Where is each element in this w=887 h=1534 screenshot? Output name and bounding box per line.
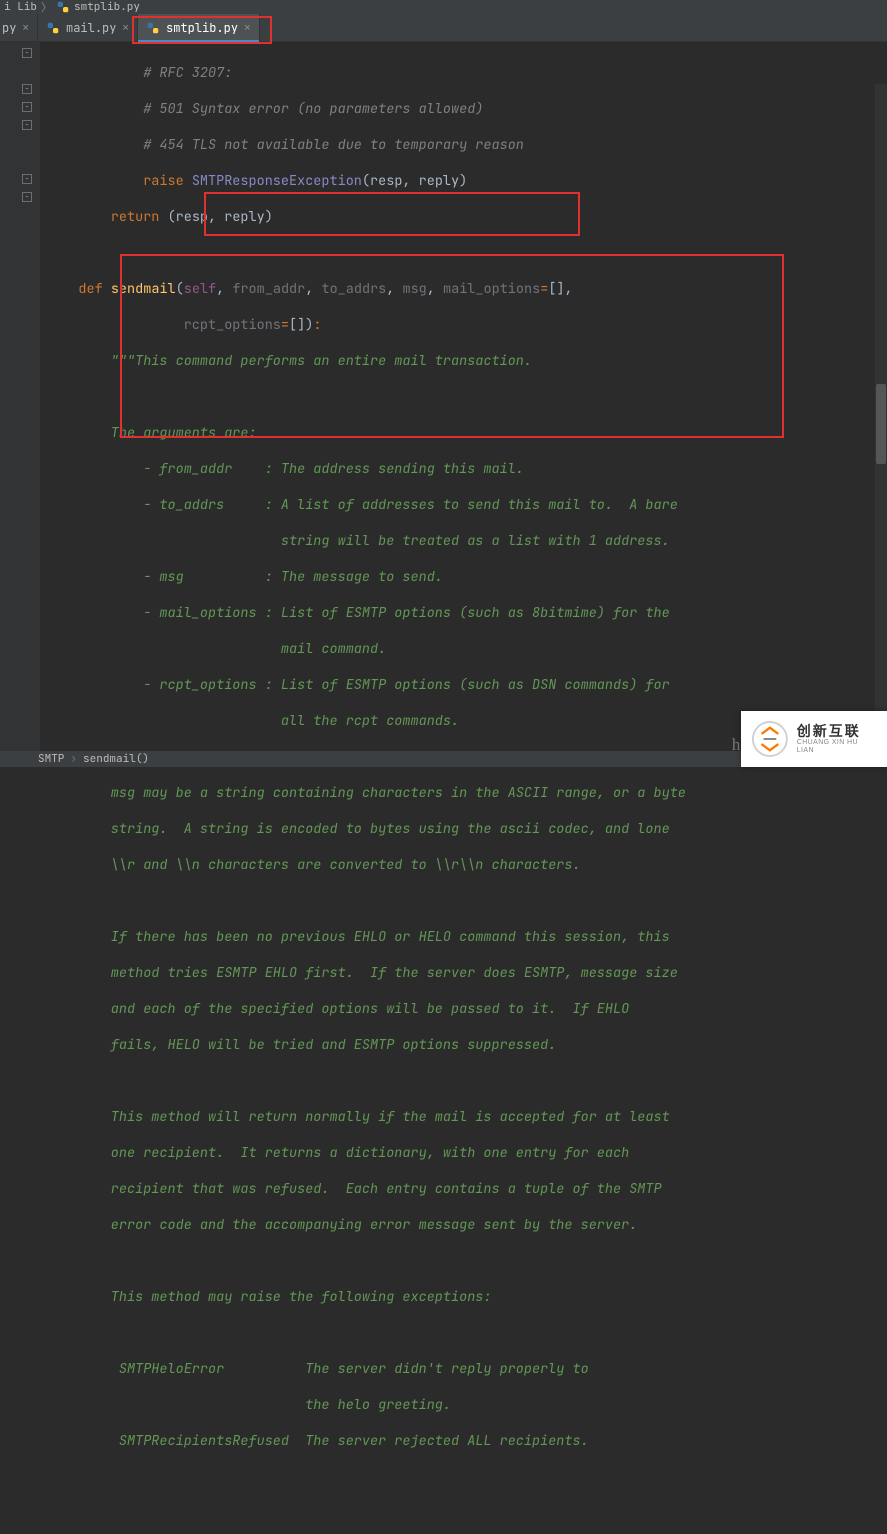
breadcrumb: i Lib 〉 smtplib.py (0, 0, 887, 14)
code-line: all the rcpt commands. (46, 712, 459, 730)
logo-icon (751, 720, 789, 758)
fold-toggle[interactable] (22, 48, 32, 58)
code-area[interactable]: # RFC 3207: # 501 Syntax error (no param… (40, 42, 887, 751)
tab-mail[interactable]: mail.py ✕ (38, 14, 138, 41)
scrollbar-track[interactable] (875, 84, 887, 735)
fold-toggle[interactable] (22, 102, 32, 112)
code-line: This method may raise the following exce… (46, 1288, 492, 1306)
code-line: - msg : The message to send. (46, 568, 443, 586)
logo-badge: 创新互联 CHUANG XIN HU LIAN (741, 711, 887, 767)
crumb-dir[interactable]: i Lib (4, 0, 37, 14)
code-line: - from_addr : The address sending this m… (46, 460, 524, 478)
code-line: - rcpt_options : List of ESMTP options (… (46, 676, 670, 694)
crumb-method[interactable]: sendmail() (83, 752, 149, 766)
code-line: - mail_options : List of ESMTP options (… (46, 604, 670, 622)
code-line: the helo greeting. (46, 1396, 451, 1414)
editor-tabs: py ✕ mail.py ✕ smtplib.py ✕ (0, 14, 887, 42)
code-line: string will be treated as a list with 1 … (46, 532, 670, 550)
code-line: msg may be a string containing character… (46, 784, 686, 802)
tab-smtplib[interactable]: smtplib.py ✕ (138, 14, 260, 41)
code-line: mail command. (46, 640, 386, 658)
fold-toggle[interactable] (22, 192, 32, 202)
code-line: method tries ESMTP EHLO first. If the se… (46, 964, 678, 982)
scrollbar-thumb[interactable] (876, 384, 886, 464)
editor[interactable]: # RFC 3207: # 501 Syntax error (no param… (0, 42, 887, 751)
code-line: # RFC 3207: (46, 64, 232, 82)
tab-label: mail.py (66, 20, 116, 36)
crumb-sep: 〉 (41, 0, 52, 15)
gutter[interactable] (0, 42, 40, 751)
crumb-file: smtplib.py (74, 0, 140, 14)
fold-toggle[interactable] (22, 174, 32, 184)
code-line: SMTPHeloError The server didn't reply pr… (46, 1360, 589, 1378)
fold-toggle[interactable] (22, 120, 32, 130)
crumb-file-chip[interactable]: smtplib.py (56, 0, 140, 14)
tab-py[interactable]: py ✕ (0, 14, 38, 41)
code-line: string. A string is encoded to bytes usi… (46, 820, 670, 838)
chevron-right-icon: › (70, 752, 77, 766)
code-line: and each of the specified options will b… (46, 1000, 629, 1018)
tab-label: py (2, 20, 16, 36)
code-line: This method will return normally if the … (46, 1108, 670, 1126)
logo-text-en: CHUANG XIN HU LIAN (797, 739, 877, 754)
code-line: # 501 Syntax error (no parameters allowe… (46, 100, 483, 118)
code-line: SMTPRecipientsRefused The server rejecte… (46, 1432, 589, 1450)
code-line: - to_addrs : A list of addresses to send… (46, 496, 678, 514)
crumb-class[interactable]: SMTP (38, 752, 64, 766)
code-line: # 454 TLS not available due to temporary… (46, 136, 524, 154)
close-icon[interactable]: ✕ (122, 21, 129, 35)
close-icon[interactable]: ✕ (22, 21, 29, 35)
close-icon[interactable]: ✕ (244, 21, 251, 35)
logo-text-cn: 创新互联 (797, 724, 877, 739)
fold-toggle[interactable] (22, 84, 32, 94)
code-line: fails, HELO will be tried and ESMTP opti… (46, 1036, 556, 1054)
python-file-icon (46, 21, 60, 35)
code-line: \\r and \\n characters are converted to … (46, 856, 581, 874)
python-file-icon (56, 0, 70, 14)
code-line: If there has been no previous EHLO or HE… (46, 928, 670, 946)
code-line: """This command performs an entire mail … (46, 352, 532, 370)
code-line: error code and the accompanying error me… (46, 1216, 637, 1234)
code-line: one recipient. It returns a dictionary, … (46, 1144, 629, 1162)
code-line: recipient that was refused. Each entry c… (46, 1180, 662, 1198)
code-line: The arguments are: (46, 424, 257, 442)
python-file-icon (146, 21, 160, 35)
tab-label: smtplib.py (166, 20, 238, 36)
